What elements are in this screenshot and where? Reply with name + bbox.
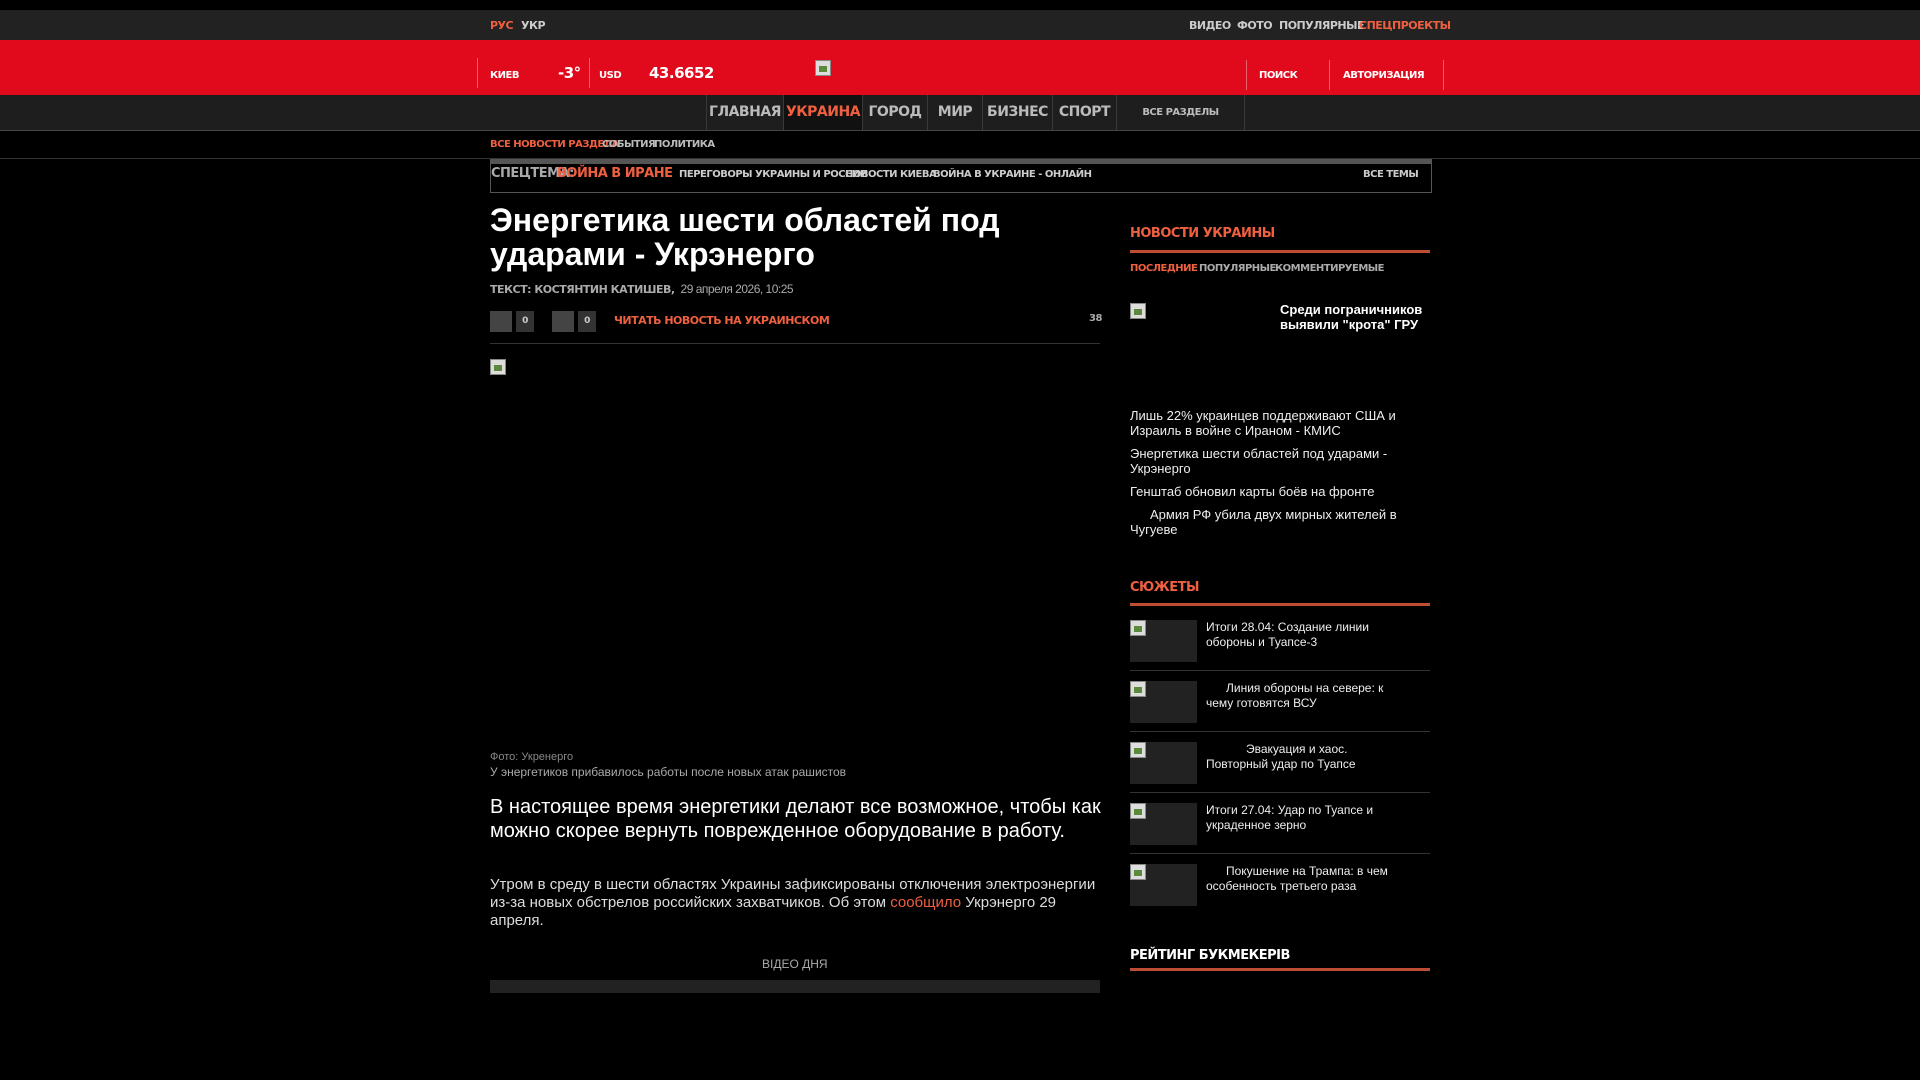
divider	[477, 58, 478, 88]
tab-commented[interactable]: КОММЕНТИРУЕМЫЕ	[1275, 263, 1384, 274]
views-count: 38	[1089, 313, 1102, 324]
weather-city: КИЕВ	[490, 70, 520, 81]
story-title[interactable]: Линия обороны на севере: к чему готовятс…	[1206, 681, 1411, 711]
nav-all-sections[interactable]: ВСЕ РАЗДЕЛЫ	[1116, 95, 1245, 130]
share-facebook-count: 0	[516, 311, 534, 332]
spec-link-negotiations[interactable]: ПЕРЕГОВОРЫ УКРАИНЫ И РОССИИ	[679, 169, 868, 180]
divider	[1130, 250, 1430, 253]
story-item[interactable]: Линия обороны на севере: к чему готовятс…	[1130, 671, 1430, 732]
nav-photo-link[interactable]: ФОТО	[1237, 19, 1273, 32]
story-thumbnail[interactable]	[1130, 681, 1197, 723]
story-image-icon	[1130, 742, 1146, 758]
article-byline: ТЕКСТ: КОСТЯНТИН КАТИШЕВ, 29 апреля 2026,…	[490, 282, 794, 296]
video-player[interactable]	[490, 980, 1100, 993]
site-logo-icon[interactable]	[815, 60, 831, 76]
divider	[1329, 60, 1330, 90]
special-topic-bar: СПЕЦТЕМА: ВОЙНА В ИРАНЕ ПЕРЕГОВОРЫ УКРАИ…	[490, 159, 1432, 193]
story-item[interactable]: Итоги 28.04: Создание линии обороны и Ту…	[1130, 610, 1430, 671]
article-image-icon	[490, 359, 506, 375]
story-thumbnail[interactable]	[1130, 803, 1197, 845]
sidebar-rating-title[interactable]: РЕЙТИНГ БУКМЕКЕРІВ	[1130, 948, 1290, 963]
top-bar: РУС УКР ВИДЕО ФОТО ПОПУЛЯРНЫЕ СПЕЦПРОЕКТ…	[0, 10, 1920, 40]
lang-ru-link[interactable]: РУС	[490, 19, 514, 32]
story-thumbnail[interactable]	[1130, 864, 1197, 906]
news-item[interactable]: Генштаб обновил карты боёв на фронте	[1130, 484, 1420, 499]
story-title[interactable]: Покушение на Трампа: в чем особенность т…	[1206, 864, 1411, 894]
lang-ua-link[interactable]: УКР	[521, 19, 546, 32]
story-title[interactable]: Эвакуация и хаос. Повторный удар по Туап…	[1206, 742, 1411, 772]
sub-nav: ВСЕ НОВОСТИ РАЗДЕЛА СОБЫТИЯ ПОЛИТИКА	[0, 131, 1920, 159]
share-telegram-button[interactable]	[552, 311, 574, 332]
login-button[interactable]: АВТОРИЗАЦИЯ	[1343, 70, 1425, 81]
article-lead: В настоящее время энергетики делают все …	[490, 796, 1101, 842]
divider	[589, 58, 590, 88]
article-date: 29 апреля 2026, 10:25	[680, 282, 794, 296]
story-item[interactable]: Эвакуация и хаос. Повторный удар по Туап…	[1130, 732, 1430, 793]
story-title[interactable]: Итоги 28.04: Создание линии обороны и Ту…	[1206, 620, 1411, 650]
share-facebook-button[interactable]	[490, 311, 512, 332]
main-nav: ГЛАВНАЯ УКРАИНА ГОРОД МИР БИЗНЕС СПОРТ В…	[0, 95, 1920, 131]
nav-tab-ukraine[interactable]: УКРАИНА	[783, 95, 862, 130]
tab-latest[interactable]: ПОСЛЕДНИЕ	[1130, 263, 1198, 274]
story-thumbnail[interactable]	[1130, 742, 1197, 784]
currency-rate: 43.6652	[649, 64, 714, 82]
story-image-icon	[1130, 620, 1146, 636]
story-thumbnail[interactable]	[1130, 620, 1197, 662]
news-item[interactable]: Энергетика шести областей под ударами - …	[1130, 446, 1420, 476]
featured-news-image-icon[interactable]	[1130, 303, 1146, 319]
story-title[interactable]: Итоги 27.04: Удар по Туапсе и украденное…	[1206, 803, 1411, 833]
article-title: Энергетика шести областей под ударами - …	[490, 202, 1000, 272]
search-button[interactable]: ПОИСК	[1259, 70, 1298, 81]
article-author[interactable]: ТЕКСТ: КОСТЯНТИН КАТИШЕВ,	[490, 283, 675, 296]
story-image-icon	[1130, 864, 1146, 880]
special-topic-link[interactable]: ВОЙНА В ИРАНЕ	[557, 166, 673, 181]
photo-credit: Фото: Укренерго	[490, 751, 574, 763]
nav-tab-city[interactable]: ГОРОД	[862, 95, 927, 130]
news-item[interactable]: Лишь 22% украинцев поддерживают США и Из…	[1130, 408, 1420, 438]
story-image-icon	[1130, 681, 1146, 697]
article-paragraph: Утром в среду в шести областях Украины з…	[490, 876, 1096, 929]
read-in-ukrainian-link[interactable]: ЧИТАТЬ НОВОСТЬ НА УКРАИНСКОМ	[614, 314, 830, 327]
nav-tab-world[interactable]: МИР	[927, 95, 982, 130]
divider	[1130, 968, 1430, 971]
nav-specprojects-link[interactable]: СПЕЦПРОЕКТЫ	[1359, 19, 1451, 32]
nav-tab-sport[interactable]: СПОРТ	[1052, 95, 1116, 130]
share-telegram-count: 0	[578, 311, 596, 332]
divider	[1443, 60, 1444, 90]
photo-caption: У энергетиков прибавилось работы после н…	[490, 765, 847, 779]
story-image-icon	[1130, 803, 1146, 819]
divider	[1246, 60, 1247, 90]
nav-tab-business[interactable]: БИЗНЕС	[982, 95, 1052, 130]
story-item[interactable]: Итоги 27.04: Удар по Туапсе и украденное…	[1130, 793, 1430, 854]
spec-all-topics[interactable]: ВСЕ ТЕМЫ	[1363, 169, 1419, 180]
tab-popular[interactable]: ПОПУЛЯРНЫЕ	[1199, 263, 1276, 274]
currency-label: USD	[599, 70, 622, 81]
nav-video-link[interactable]: ВИДЕО	[1189, 19, 1231, 32]
divider	[1130, 603, 1430, 606]
featured-news-link[interactable]: Среди пограничников выявили "крота" ГРУ	[1280, 302, 1430, 332]
subnav-events[interactable]: СОБЫТИЯ	[602, 139, 656, 150]
spec-link-war-online[interactable]: ВОЙНА В УКРАИНЕ - ОНЛАЙН	[933, 169, 1092, 180]
video-of-day-label: ВІДЕО ДНЯ	[762, 957, 828, 971]
news-item[interactable]: Армия РФ убила двух мирных жителей в Чуг…	[1130, 507, 1420, 537]
subnav-politics[interactable]: ПОЛИТИКА	[654, 139, 715, 150]
story-item[interactable]: Покушение на Трампа: в чем особенность т…	[1130, 854, 1430, 915]
header-bar: КИЕВ -3° USD 43.6652 ПОИСК АВТОРИЗАЦИЯ	[0, 40, 1920, 95]
sidebar-stories-title[interactable]: СЮЖЕТЫ	[1130, 580, 1199, 595]
weather-temp: -3°	[558, 64, 581, 82]
nav-popular-link[interactable]: ПОПУЛЯРНЫЕ	[1279, 19, 1365, 32]
nav-tab-main[interactable]: ГЛАВНАЯ	[706, 95, 783, 130]
divider	[490, 343, 1100, 344]
sidebar-news-title[interactable]: НОВОСТИ УКРАИНЫ	[1130, 226, 1275, 241]
subnav-all-news[interactable]: ВСЕ НОВОСТИ РАЗДЕЛА	[490, 139, 619, 150]
source-link[interactable]: сообщило	[890, 894, 961, 911]
spec-link-kyiv-news[interactable]: НОВОСТИ КИЕВА	[845, 169, 937, 180]
